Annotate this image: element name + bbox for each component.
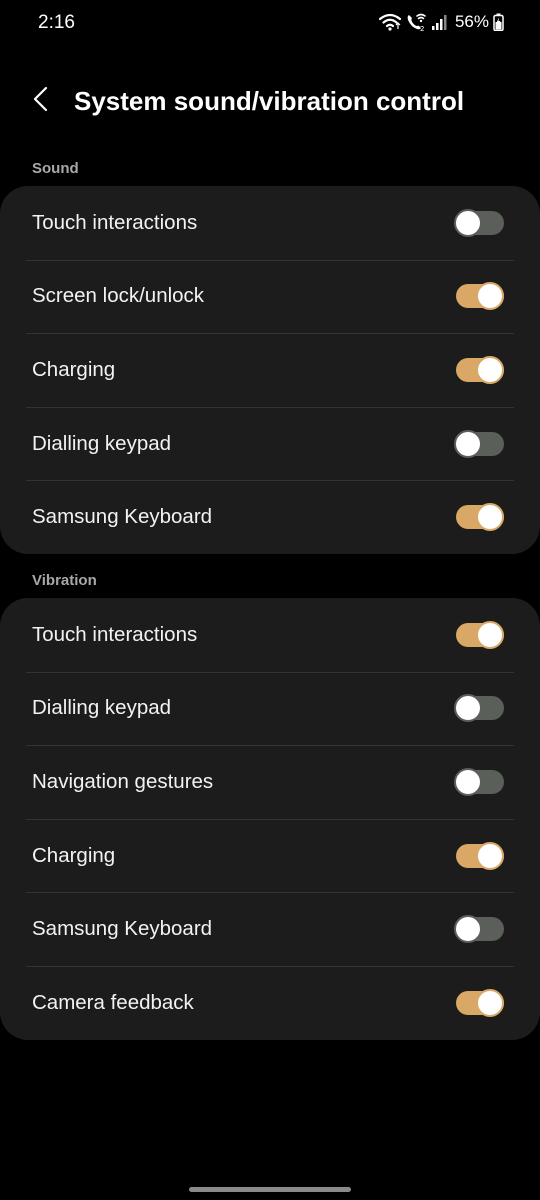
row-label: Dialling keypad [32,696,172,720]
toggle-switch[interactable] [456,988,504,1017]
toggle-knob [476,620,504,649]
toggle-knob [476,503,504,532]
toggle-switch[interactable] [456,620,504,649]
toggle-knob [476,988,504,1017]
battery-charging-icon [493,13,504,31]
toggle-switch[interactable] [456,282,504,311]
sound-row-dialling-keypad[interactable]: Dialling keypad [0,406,540,481]
row-label: Touch interactions [32,622,198,646]
app-bar: System sound/vibration control [0,78,540,124]
toggle-switch[interactable] [456,503,504,532]
toggle-knob [476,282,504,311]
wifi-calling-icon: 2 [405,12,427,32]
vibration-settings-card: Touch interactions Dialling keypad Navig… [0,598,540,1040]
toggle-knob [476,355,504,384]
row-label: Charging [32,843,116,867]
row-label: Samsung Keyboard [32,505,213,529]
row-label: Dialling keypad [32,431,172,455]
toggle-switch[interactable] [456,355,504,384]
row-label: Screen lock/unlock [32,284,205,308]
sound-row-screen-lock-unlock[interactable]: Screen lock/unlock [0,259,540,334]
toggle-knob [454,767,482,796]
wifi-icon [378,13,401,31]
toggle-switch[interactable] [454,208,504,237]
toggle-knob [454,208,482,237]
toggle-knob [454,429,482,458]
vibration-row-camera-feedback[interactable]: Camera feedback [0,965,540,1040]
sound-row-samsung-keyboard[interactable]: Samsung Keyboard [0,480,540,554]
battery-percent: 56% [454,12,489,31]
vibration-row-charging[interactable]: Charging [0,818,540,893]
toggle-switch[interactable] [454,767,504,796]
toggle-switch[interactable] [456,841,504,870]
toggle-switch[interactable] [454,694,504,723]
sound-settings-card: Touch interactions Screen lock/unlock Ch… [0,186,540,554]
section-header-sound: Sound [32,160,79,177]
row-label: Samsung Keyboard [32,917,213,941]
back-button[interactable] [22,82,60,120]
toggle-knob [454,694,482,723]
status-icons: 2 56% [378,10,504,34]
row-label: Charging [32,357,116,381]
sound-row-charging[interactable]: Charging [0,333,540,407]
navigation-gesture-handle[interactable] [189,1187,351,1192]
sound-row-touch-interactions[interactable]: Touch interactions [0,186,540,260]
row-label: Navigation gestures [32,769,214,793]
chevron-left-icon [32,86,50,117]
row-label: Touch interactions [32,210,198,234]
toggle-switch[interactable] [454,429,504,458]
status-bar: 2:16 2 56% [0,0,540,46]
vibration-row-samsung-keyboard[interactable]: Samsung Keyboard [0,892,540,966]
toggle-switch[interactable] [454,915,504,944]
vibration-row-dialling-keypad[interactable]: Dialling keypad [0,671,540,746]
vibration-row-navigation-gestures[interactable]: Navigation gestures [0,745,540,819]
status-time: 2:16 [38,12,75,33]
toggle-knob [454,915,482,944]
svg-text:2: 2 [420,25,424,32]
vibration-row-touch-interactions[interactable]: Touch interactions [0,598,540,672]
row-label: Camera feedback [32,990,194,1014]
toggle-knob [476,841,504,870]
section-header-vibration: Vibration [32,572,97,589]
page-title: System sound/vibration control [74,86,465,116]
signal-icon [431,13,447,31]
